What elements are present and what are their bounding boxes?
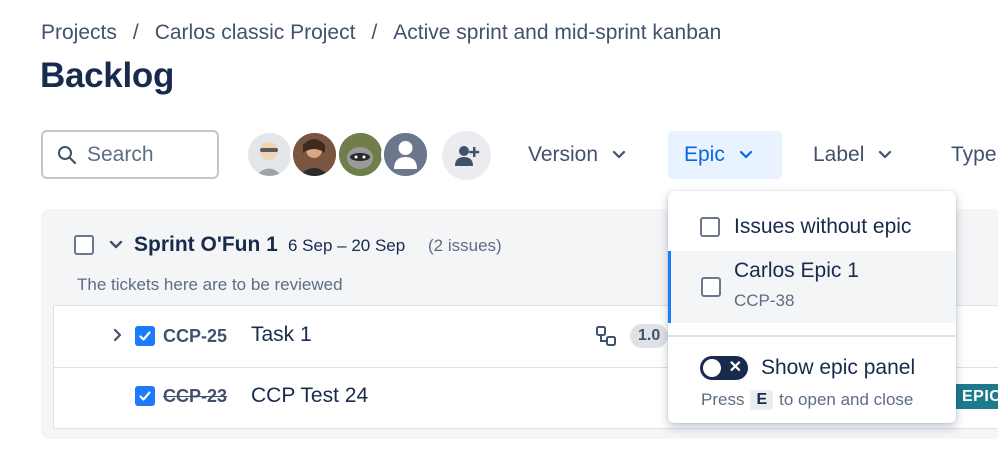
- add-people-button[interactable]: [442, 131, 491, 180]
- keyboard-hint: Press E to open and close: [701, 390, 913, 410]
- keyboard-key: E: [750, 390, 774, 410]
- search-input[interactable]: [85, 141, 209, 168]
- close-icon: ✕: [728, 359, 742, 376]
- issue-key[interactable]: CCP-25: [163, 326, 227, 347]
- add-user-icon: [454, 145, 479, 166]
- sprint-name: Sprint O'Fun 1: [134, 233, 278, 256]
- avatar-3[interactable]: [336, 130, 385, 179]
- chevron-down-icon: [739, 150, 752, 159]
- breadcrumb-separator: /: [132, 21, 139, 44]
- epic-filter-dropdown: Issues without epic Carlos Epic 1 CCP-38…: [668, 191, 956, 423]
- toggle-knob: [703, 359, 721, 377]
- breadcrumb-projects[interactable]: Projects: [41, 21, 117, 45]
- subtask-icon: [596, 326, 616, 346]
- epic-filter-label: Epic: [684, 143, 725, 166]
- avatar-1[interactable]: [245, 130, 294, 179]
- avatar-default[interactable]: [381, 130, 430, 179]
- chevron-right-icon[interactable]: [110, 328, 124, 342]
- option-label: Issues without epic: [734, 215, 912, 238]
- checkmark-icon: [139, 331, 151, 341]
- checkmark-icon: [139, 391, 151, 401]
- sprint-checkbox[interactable]: [74, 235, 94, 255]
- option-checkbox[interactable]: [701, 277, 721, 297]
- issue-key[interactable]: CCP-23: [163, 386, 227, 407]
- hint-text: Press: [701, 390, 745, 409]
- label-filter-label: Label: [813, 143, 865, 166]
- issue-summary[interactable]: Task 1: [251, 323, 312, 347]
- show-epic-panel-toggle[interactable]: ✕: [700, 356, 748, 380]
- epic-lozenge[interactable]: EPIC: [954, 384, 998, 409]
- chevron-down-icon: [612, 150, 626, 159]
- sprint-goal: The tickets here are to be reviewed: [77, 275, 343, 294]
- story-points-badge[interactable]: 1.0: [630, 324, 669, 348]
- label-filter[interactable]: Label: [797, 131, 908, 179]
- page-title: Backlog: [40, 56, 175, 95]
- version-filter[interactable]: Version: [512, 131, 642, 179]
- breadcrumb-board[interactable]: Active sprint and mid-sprint kanban: [393, 21, 721, 45]
- version-filter-label: Version: [528, 143, 599, 166]
- avatar-2[interactable]: [290, 130, 339, 179]
- breadcrumb-separator: /: [371, 21, 378, 44]
- issue-checkbox[interactable]: [135, 326, 155, 346]
- breadcrumb: Projects / Carlos classic Project / Acti…: [41, 21, 721, 45]
- search-icon: [58, 145, 77, 164]
- chevron-down-icon: [879, 150, 892, 159]
- toggle-label: Show epic panel: [761, 356, 916, 379]
- sprint-dates: 6 Sep – 20 Sep: [288, 236, 406, 255]
- chevron-down-icon[interactable]: [108, 237, 124, 253]
- breadcrumb-project[interactable]: Carlos classic Project: [155, 21, 356, 45]
- issue-checkbox[interactable]: [135, 386, 155, 406]
- hint-text: to open and close: [779, 390, 914, 409]
- type-filter-label: Type: [951, 143, 997, 166]
- option-epic-key: CCP-38: [734, 291, 795, 310]
- divider: [668, 335, 956, 337]
- sprint-issue-count: (2 issues): [428, 236, 502, 255]
- option-checkbox[interactable]: [700, 217, 720, 237]
- epic-option-carlos-epic-1[interactable]: Carlos Epic 1 CCP-38: [668, 251, 956, 323]
- search-field[interactable]: [41, 130, 219, 179]
- epic-filter[interactable]: Epic: [668, 131, 782, 179]
- issue-summary[interactable]: CCP Test 24: [251, 384, 368, 408]
- epic-option-issues-without-epic[interactable]: Issues without epic: [668, 205, 956, 249]
- type-filter[interactable]: Type: [935, 131, 997, 179]
- option-label: Carlos Epic 1: [734, 259, 859, 282]
